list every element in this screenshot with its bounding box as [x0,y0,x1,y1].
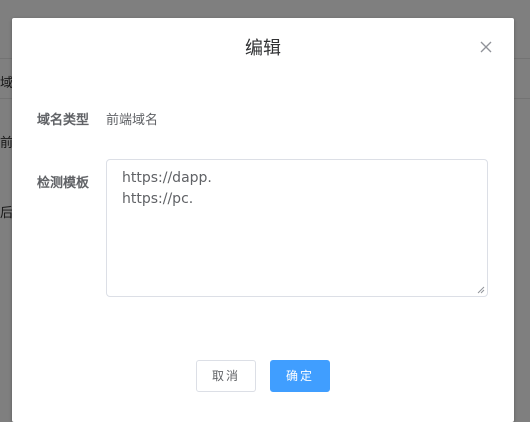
confirm-button[interactable]: 确定 [270,360,330,392]
domain-type-value: 前端域名 [106,113,159,128]
template-label: 检测模板 [37,176,90,191]
edit-dialog: 编辑 域名类型 前端域名 检测模板 https://dapp. https://… [12,18,514,422]
template-line: https://dapp. [122,170,212,186]
template-textarea[interactable]: https://dapp. https://pc. [106,159,488,297]
dialog-title: 编辑 [245,38,281,59]
resize-handle-icon[interactable] [477,286,485,294]
close-icon[interactable] [478,39,494,55]
domain-type-label: 域名类型 [37,113,90,128]
cancel-button[interactable]: 取消 [196,360,256,392]
template-line: https://pc. [122,191,194,207]
